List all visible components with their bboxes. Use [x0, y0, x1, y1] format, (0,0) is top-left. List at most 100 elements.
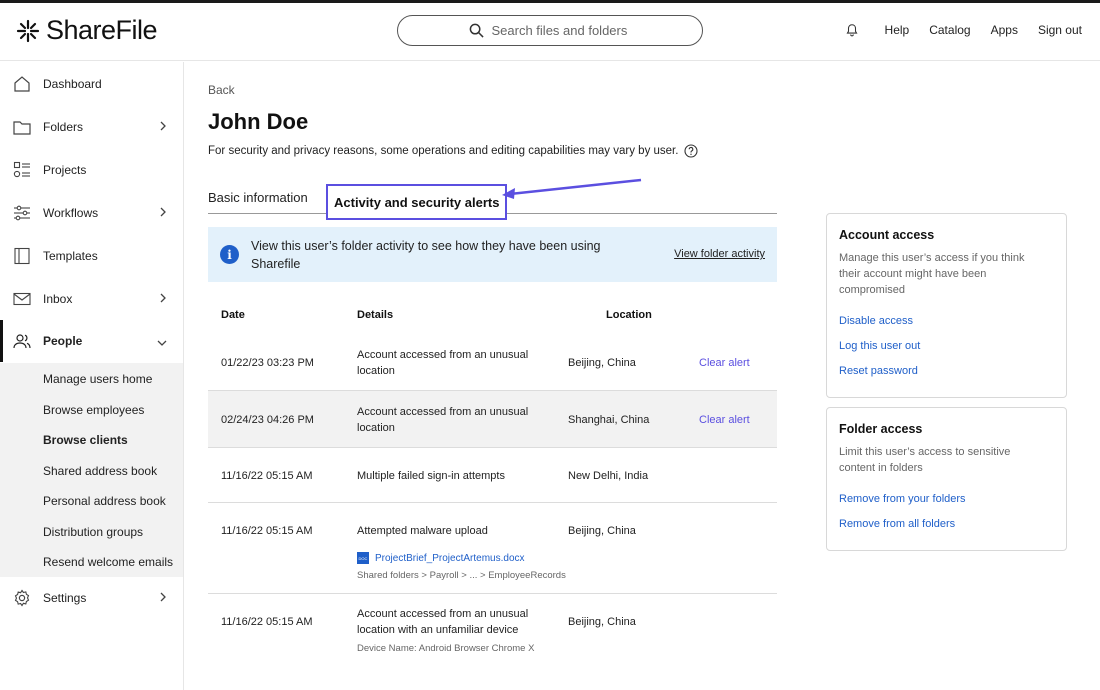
table-row: 02/24/23 04:26 PM Account accessed from …: [208, 391, 777, 448]
top-nav: Help Catalog Apps Sign out: [845, 23, 1082, 37]
sidebar-item-templates[interactable]: Templates: [0, 235, 183, 277]
search-box[interactable]: [397, 15, 703, 46]
chevron-right-icon: [159, 120, 167, 134]
search-input[interactable]: [491, 23, 632, 38]
privacy-note-text: For security and privacy reasons, some o…: [208, 145, 679, 157]
banner-text: View this user’s folder activity to see …: [251, 238, 601, 271]
sidebar-item-label: People: [43, 334, 83, 348]
help-circle-icon[interactable]: [684, 144, 699, 158]
apps-link[interactable]: Apps: [991, 23, 1018, 37]
row-location: Beijing, China: [568, 616, 636, 628]
subnav-shared-address-book[interactable]: Shared address book: [43, 464, 157, 478]
gear-icon: [12, 588, 32, 608]
privacy-note: For security and privacy reasons, some o…: [208, 144, 699, 158]
remove-from-your-folders-link[interactable]: Remove from your folders: [839, 493, 966, 505]
clear-alert-button[interactable]: Clear alert: [699, 355, 750, 371]
sidebar-item-dashboard[interactable]: Dashboard: [0, 63, 183, 105]
card-title: Folder access: [839, 422, 923, 436]
sidebar-item-label: Settings: [43, 591, 87, 605]
home-icon: [12, 74, 32, 94]
disable-access-link[interactable]: Disable access: [839, 315, 913, 327]
sidebar-item-label: Templates: [43, 249, 98, 263]
tab-activity-security-alerts[interactable]: Activity and security alerts: [326, 184, 508, 220]
sign-out-link[interactable]: Sign out: [1038, 23, 1082, 37]
sharefile-logo[interactable]: ShareFile: [16, 15, 158, 46]
sharefile-logo-icon: [16, 19, 40, 42]
sidebar-item-label: Dashboard: [43, 77, 102, 91]
sidebar-item-workflows[interactable]: Workflows: [0, 192, 183, 234]
sidebar-item-settings[interactable]: Settings: [0, 577, 183, 619]
sidebar-item-label: Projects: [43, 163, 87, 177]
table-row: 01/22/23 03:23 PM Account accessed from …: [208, 333, 777, 391]
help-link[interactable]: Help: [885, 23, 910, 37]
row-date: 11/16/22 05:15 AM: [221, 525, 313, 537]
sidebar-item-label: Inbox: [43, 292, 73, 306]
sidebar-item-inbox[interactable]: Inbox: [0, 278, 183, 320]
clear-alert-button[interactable]: Clear alert: [699, 412, 750, 428]
tab-bar: Basic information Activity and security …: [208, 184, 777, 220]
workflow-icon: [12, 203, 32, 223]
sidebar-item-label: Folders: [43, 120, 84, 134]
chevron-right-icon: [159, 591, 167, 605]
people-icon: [12, 331, 32, 351]
account-access-card: Account access Manage this user’s access…: [826, 213, 1067, 398]
subnav-distribution-groups[interactable]: Distribution groups: [43, 525, 143, 539]
table-row: 11/16/22 05:15 AM Multiple failed sign-i…: [208, 448, 777, 503]
file-path: Shared folders > Payroll > ... > Employe…: [357, 570, 566, 581]
bell-icon[interactable]: [845, 23, 859, 37]
subnav-resend-welcome-emails[interactable]: Resend welcome emails: [43, 555, 173, 569]
sidebar-item-label: Workflows: [43, 206, 99, 220]
row-date: 11/16/22 05:15 AM: [221, 470, 313, 482]
view-folder-activity-link[interactable]: View folder activity: [674, 248, 765, 260]
subnav-manage-users-home[interactable]: Manage users home: [43, 372, 152, 386]
subnav-browse-clients[interactable]: Browse clients: [43, 433, 128, 447]
subnav-personal-address-book[interactable]: Personal address book: [43, 494, 166, 508]
row-details: Multiple failed sign-in attempts: [357, 470, 505, 482]
sidebar-item-projects[interactable]: Projects: [0, 149, 183, 191]
people-subnav: Manage users home Browse employees Brows…: [0, 363, 183, 577]
logo-text: ShareFile: [46, 15, 158, 45]
row-location: Shanghai, China: [568, 414, 650, 426]
card-description: Manage this user’s access if you think t…: [839, 252, 1025, 296]
tab-basic-information[interactable]: Basic information: [208, 190, 308, 205]
subnav-browse-employees[interactable]: Browse employees: [43, 403, 144, 417]
mail-icon: [12, 289, 32, 309]
row-location: New Delhi, India: [568, 470, 649, 482]
chevron-down-icon: [157, 336, 167, 350]
folder-access-card: Folder access Limit this user’s access t…: [826, 407, 1067, 551]
file-name: ProjectBrief_ProjectArtemus.docx: [375, 552, 525, 564]
row-location: Beijing, China: [568, 525, 636, 537]
catalog-link[interactable]: Catalog: [929, 23, 970, 37]
card-title: Account access: [839, 228, 935, 242]
sidebar-item-people[interactable]: People: [0, 320, 183, 362]
chevron-right-icon: [159, 292, 167, 306]
remove-from-all-folders-link[interactable]: Remove from all folders: [839, 518, 955, 530]
row-details: Account accessed from an unusual locatio…: [357, 406, 529, 434]
folder-icon: [12, 117, 32, 137]
file-link[interactable]: DOC ProjectBrief_ProjectArtemus.docx: [357, 552, 525, 564]
annotation-arrow: [502, 178, 642, 199]
info-icon: i: [220, 245, 239, 264]
row-location: Beijing, China: [568, 357, 636, 369]
app-header: ShareFile Help Catalog Apps Sign out: [0, 3, 1100, 61]
row-details: Account accessed from an unusual locatio…: [357, 349, 529, 377]
row-date: 02/24/23 04:26 PM: [221, 414, 314, 426]
reset-password-link[interactable]: Reset password: [839, 365, 918, 377]
log-user-out-link[interactable]: Log this user out: [839, 340, 920, 352]
table-row: 11/16/22 05:15 AM Account accessed from …: [208, 594, 777, 672]
row-date: 11/16/22 05:15 AM: [221, 616, 313, 628]
projects-icon: [12, 160, 32, 180]
sidebar-item-folders[interactable]: Folders: [0, 106, 183, 148]
back-link[interactable]: Back: [208, 83, 235, 97]
row-details: Attempted malware upload: [357, 525, 488, 537]
column-header-details: Details: [357, 309, 394, 321]
template-icon: [12, 246, 32, 266]
sidebar: Dashboard Folders Projects Workflows Tem…: [0, 62, 184, 690]
card-description: Limit this user’s access to sensitive co…: [839, 446, 1011, 474]
table-row: 11/16/22 05:15 AM Attempted malware uplo…: [208, 503, 777, 594]
row-details: Account accessed from an unusual locatio…: [357, 608, 529, 636]
column-header-date: Date: [221, 309, 245, 321]
page-title: John Doe: [208, 109, 309, 134]
chevron-right-icon: [159, 206, 167, 220]
doc-file-icon: DOC: [357, 552, 369, 564]
